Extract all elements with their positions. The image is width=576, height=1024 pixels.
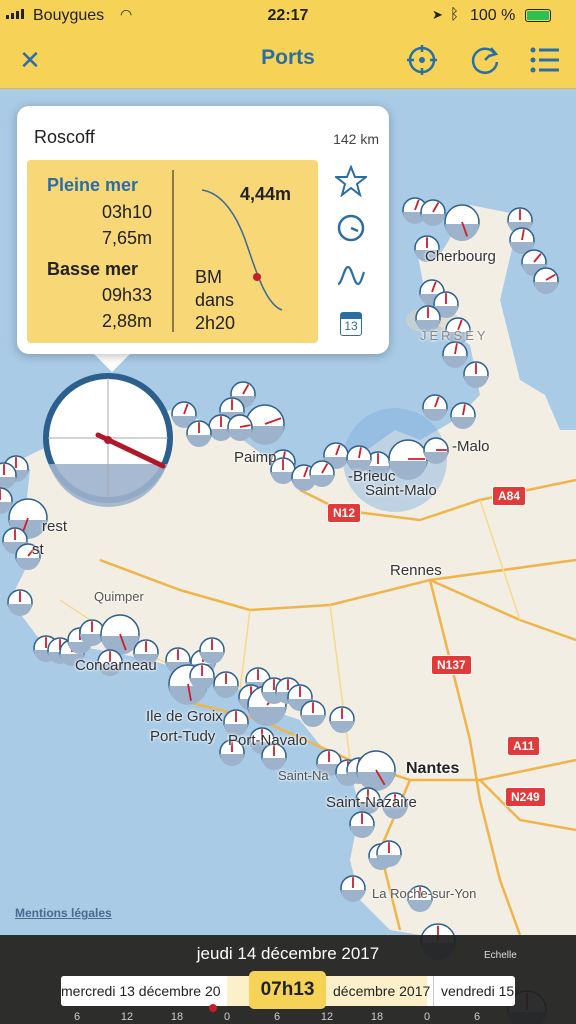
map-label-paimpol: Paimp (234, 449, 277, 466)
road-n249: N249 (505, 787, 546, 807)
popup-pointer (94, 354, 130, 372)
low-tide-label: Basse mer (47, 259, 139, 279)
current-height: 4,44m (240, 184, 292, 204)
map-label-concarneau: Concarneau (75, 657, 157, 674)
tide-marker[interactable] (227, 414, 253, 441)
tide-marker[interactable] (444, 204, 480, 241)
timeline-tick: 12 (120, 1011, 134, 1023)
strip-day-current: décembre 2017 (333, 983, 431, 999)
map-label-quimper: Quimper (94, 589, 144, 604)
port-name: Roscoff (34, 127, 95, 147)
tide-curve-icon[interactable] (333, 258, 369, 294)
tide-marker[interactable] (189, 663, 215, 690)
timeline-tick: 18 (170, 1011, 184, 1023)
tide-marker[interactable] (533, 267, 559, 294)
refresh-icon[interactable] (465, 40, 505, 80)
road-n12: N12 (327, 503, 362, 523)
tide-marker[interactable] (7, 589, 33, 616)
tide-marker[interactable] (376, 840, 402, 867)
timeline-tick: 0 (223, 1011, 231, 1023)
tide-marker[interactable] (186, 420, 212, 447)
map-label-groix: Ile de Groix (146, 708, 223, 725)
tide-marker[interactable] (309, 460, 335, 487)
strip-day-prev: mercredi 13 décembre 2017 (61, 983, 221, 999)
high-tide-label: Pleine mer (47, 175, 139, 195)
timeline-bar[interactable]: jeudi 14 décembre 2017 Echelle mercredi … (0, 935, 576, 1024)
time-handle[interactable]: 07h13 (249, 971, 326, 1009)
tide-marker[interactable] (300, 700, 326, 727)
map-label-port-tudy: Port-Tudy (150, 728, 216, 745)
tide-marker[interactable] (463, 361, 489, 388)
tide-gauge-icon[interactable] (43, 373, 173, 507)
tide-marker[interactable] (442, 341, 468, 368)
tide-marker[interactable] (423, 437, 449, 464)
timeline-tick: 12 (320, 1011, 334, 1023)
port-distance: 142 km (333, 131, 379, 147)
map-label-saint-malo-small: -Malo (452, 438, 490, 455)
map-label-rennes: Rennes (390, 562, 442, 579)
map-label-cherbourg: Cherbourg (425, 248, 496, 265)
timeline-tick: 6 (273, 1011, 281, 1023)
high-tide-height: 7,65m (101, 228, 152, 248)
tide-marker[interactable] (422, 394, 448, 421)
low-tide-in-duration: 2h20 (195, 313, 236, 333)
tide-marker[interactable] (356, 750, 396, 791)
strip-day-next: vendredi 15 (441, 983, 515, 999)
road-n137: N137 (431, 655, 472, 675)
map-label-saint-na: Saint-Na (278, 768, 329, 783)
crosshair-icon[interactable] (402, 40, 442, 80)
road-a84: A84 (492, 486, 527, 506)
low-tide-in-dans: dans (195, 290, 235, 310)
low-tide-in-label: BM (195, 267, 222, 287)
nav-bar: ✕ Ports (0, 32, 576, 89)
clock-icon[interactable] (333, 210, 369, 246)
map-label-port-navalo: Port-Navalo (228, 732, 308, 749)
map-label-brest-2: st (32, 541, 44, 558)
tide-marker[interactable] (420, 199, 446, 226)
map-label-nantes: Nantes (406, 760, 460, 777)
tide-marker[interactable] (199, 637, 225, 664)
timeline-tick: 18 (370, 1011, 384, 1023)
map-label-brest: rest (42, 518, 68, 535)
list-icon[interactable] (525, 40, 565, 80)
map-label-saint-nazaire: Saint-Nazaire (326, 794, 417, 811)
tide-marker[interactable] (349, 811, 375, 838)
calendar-icon[interactable]: 13 (333, 306, 369, 342)
tide-info-box[interactable]: Pleine mer 03h10 7,65m Basse mer 09h33 2… (27, 160, 318, 343)
location-icon: ➤ (432, 7, 443, 22)
high-tide-time: 03h10 (101, 202, 152, 222)
map-label-saint-malo: Saint-Malo (365, 482, 437, 499)
low-tide-height: 2,88m (101, 311, 152, 331)
status-bar: Bouygues ◠ 22:17 ➤ ᛒ 100 % (0, 0, 576, 32)
timeline-tick: 6 (473, 1011, 481, 1023)
scale-label: Echelle (484, 950, 517, 961)
map-label-jersey: JERSEY (420, 328, 489, 343)
now-marker (209, 1004, 217, 1012)
tide-marker[interactable] (213, 671, 239, 698)
bluetooth-icon: ᛒ (450, 6, 460, 23)
timeline-tick: 0 (423, 1011, 431, 1023)
battery-icon (525, 9, 551, 22)
divider (172, 170, 174, 332)
battery-percent: 100 % (470, 7, 516, 24)
port-popup[interactable]: Roscoff 142 km Pleine mer 03h10 7,65m Ba… (17, 106, 389, 354)
map-label-roche-sur-yon: La Roche-sur-Yon (372, 886, 477, 901)
tide-marker[interactable] (100, 614, 140, 655)
legal-link[interactable]: Mentions légales (15, 906, 112, 920)
tide-marker[interactable] (329, 706, 355, 733)
tide-marker[interactable] (450, 402, 476, 429)
timeline-tick: 6 (73, 1011, 81, 1023)
star-icon[interactable] (333, 163, 369, 199)
calendar-day: 13 (344, 319, 358, 333)
low-tide-time: 09h33 (101, 285, 152, 305)
tide-marker[interactable] (340, 875, 366, 902)
road-a11: A11 (507, 736, 541, 756)
